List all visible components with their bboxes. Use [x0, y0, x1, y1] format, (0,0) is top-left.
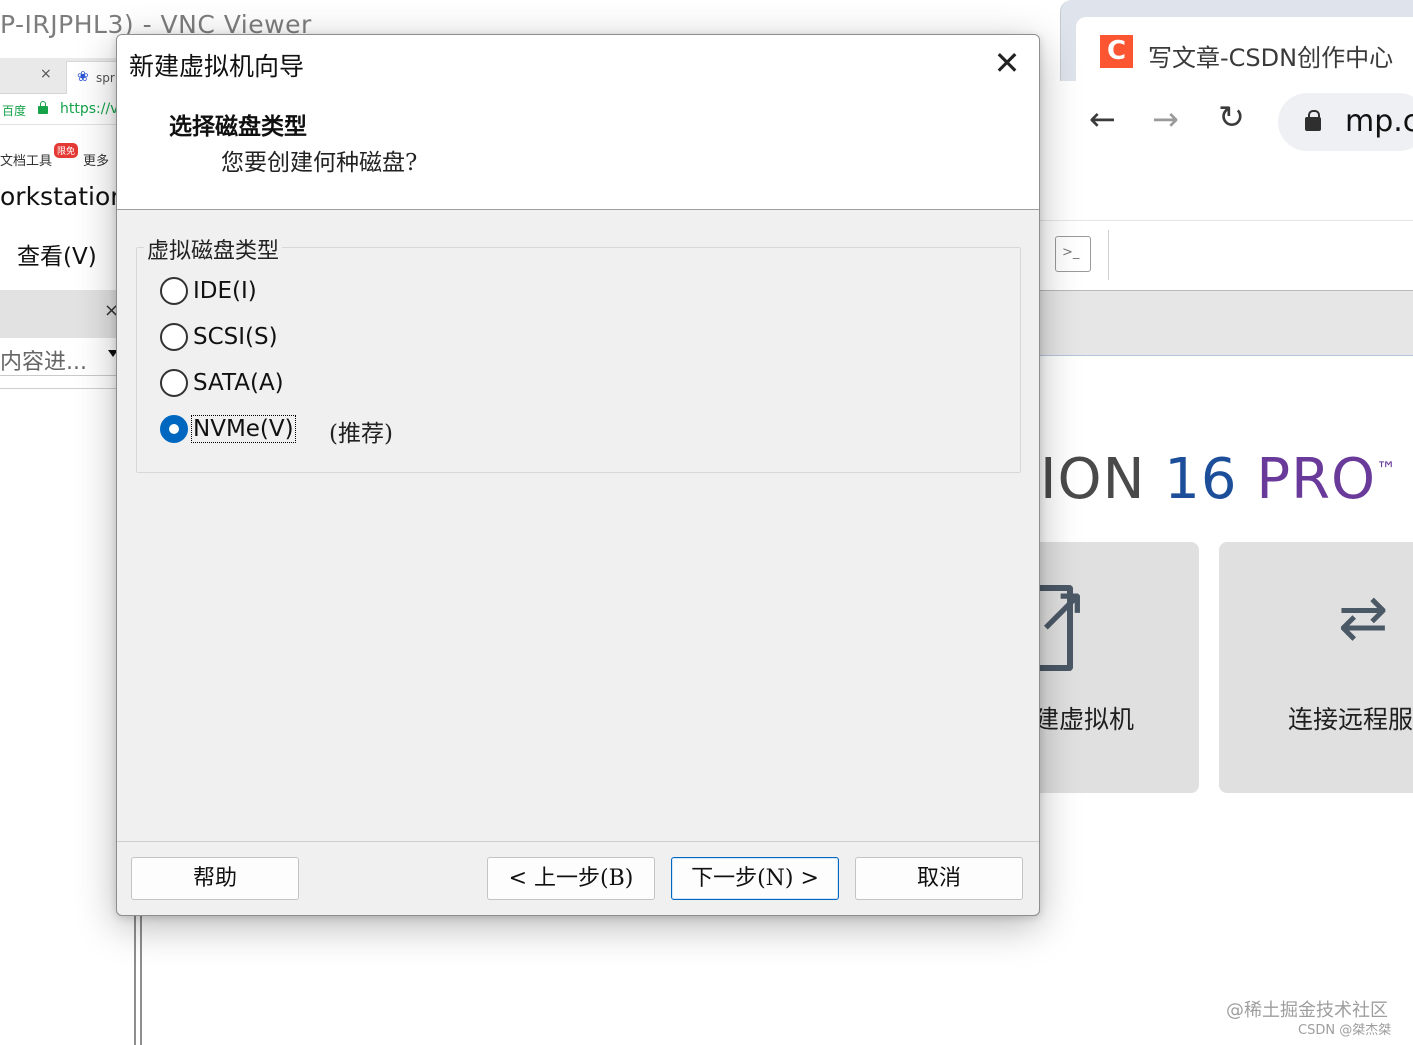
dialog-title: 新建虚拟机向导 — [129, 52, 305, 81]
divider — [134, 905, 136, 1045]
workstation-toolbar — [1040, 220, 1413, 290]
page-heading: 选择磁盘类型 — [169, 113, 307, 140]
address-url[interactable]: https://v — [60, 101, 118, 117]
workstation-tabbar — [1040, 290, 1413, 356]
radio-button[interactable] — [160, 323, 188, 351]
console-icon[interactable]: >_ — [1055, 236, 1091, 272]
library-panel-header: × — [0, 290, 130, 338]
bookmark-doc-tools[interactable]: 文档工具 — [0, 150, 52, 169]
workstation-window-title: orkstation — [0, 182, 127, 211]
radio-ide[interactable]: IDE(I) — [160, 274, 258, 308]
library-search-placeholder: 内容进... — [0, 350, 87, 375]
left-address-bar[interactable]: 百度 https://v — [0, 95, 130, 125]
lock-icon — [38, 101, 48, 114]
menu-view[interactable]: 查看(V) — [17, 237, 97, 271]
library-search-input[interactable]: 内容进... — [0, 338, 130, 376]
radio-scsi[interactable]: SCSI(S) — [160, 320, 279, 354]
divider — [0, 388, 130, 389]
bookmarks-bar: 文档工具 限免 更多 — [0, 140, 130, 174]
back-button[interactable]: < 上一步(B) — [487, 857, 655, 900]
radio-button[interactable] — [160, 277, 188, 305]
new-vm-wizard-dialog: 新建虚拟机向导 ✕ 选择磁盘类型 您要创建何种磁盘? 虚拟磁盘类型 IDE(I)… — [116, 34, 1040, 916]
back-arrow-icon[interactable]: ← — [1089, 100, 1116, 138]
baidu-link[interactable]: 百度 — [2, 102, 26, 119]
radio-label: NVMe(V) — [191, 415, 296, 443]
recommended-note: (推荐) — [329, 421, 393, 447]
wizard-header: 新建虚拟机向导 ✕ 选择磁盘类型 您要创建何种磁盘? — [117, 35, 1039, 210]
arrow-up-right-icon: ↗ — [1035, 573, 1089, 647]
radio-sata[interactable]: SATA(A) — [160, 366, 285, 400]
radio-label: SCSI(S) — [193, 324, 278, 350]
page-subheading: 您要创建何种磁盘? — [221, 150, 418, 176]
divider — [1108, 230, 1109, 280]
browser-tab-label: spr — [96, 71, 115, 85]
create-vm-label: 建虚拟机 — [1034, 705, 1135, 734]
lock-icon[interactable] — [1305, 110, 1321, 131]
divider — [140, 905, 142, 1045]
disk-type-group-label: 虚拟磁盘类型 — [144, 233, 283, 265]
watermark: CSDN @桀杰桀 — [1298, 1023, 1392, 1038]
csdn-logo-icon: C — [1100, 35, 1133, 68]
browser-tab-title[interactable]: 写文章-CSDN创作中心 — [1148, 38, 1393, 73]
radio-label: IDE(I) — [193, 278, 257, 304]
radio-button[interactable] — [160, 369, 188, 397]
next-button[interactable]: 下一步(N) > — [671, 857, 839, 900]
cancel-button[interactable]: 取消 — [855, 857, 1023, 900]
radio-nvme[interactable]: NVMe(V) — [160, 412, 296, 446]
baidu-paw-icon: ❀ — [77, 69, 89, 85]
forward-arrow-icon[interactable]: → — [1152, 100, 1179, 138]
free-badge: 限免 — [54, 143, 79, 158]
left-browser-tabbar: × ❀ spr — [0, 58, 136, 94]
swap-arrows-icon: ⇄ — [1338, 583, 1389, 653]
address-url[interactable]: mp.c — [1345, 104, 1413, 139]
help-button[interactable]: 帮助 — [131, 857, 299, 900]
connect-remote-label: 连接远程服 — [1288, 705, 1413, 734]
radio-label: SATA(A) — [193, 370, 284, 396]
close-icon[interactable]: ✕ — [985, 43, 1029, 83]
radio-button-selected[interactable] — [160, 415, 188, 443]
close-icon[interactable]: × — [40, 66, 52, 82]
connect-remote-card[interactable] — [1219, 542, 1413, 793]
reload-icon[interactable]: ↻ — [1218, 98, 1245, 136]
bookmark-more[interactable]: 更多 — [83, 150, 109, 169]
product-name: ION 16 PRO™ — [1040, 447, 1398, 512]
